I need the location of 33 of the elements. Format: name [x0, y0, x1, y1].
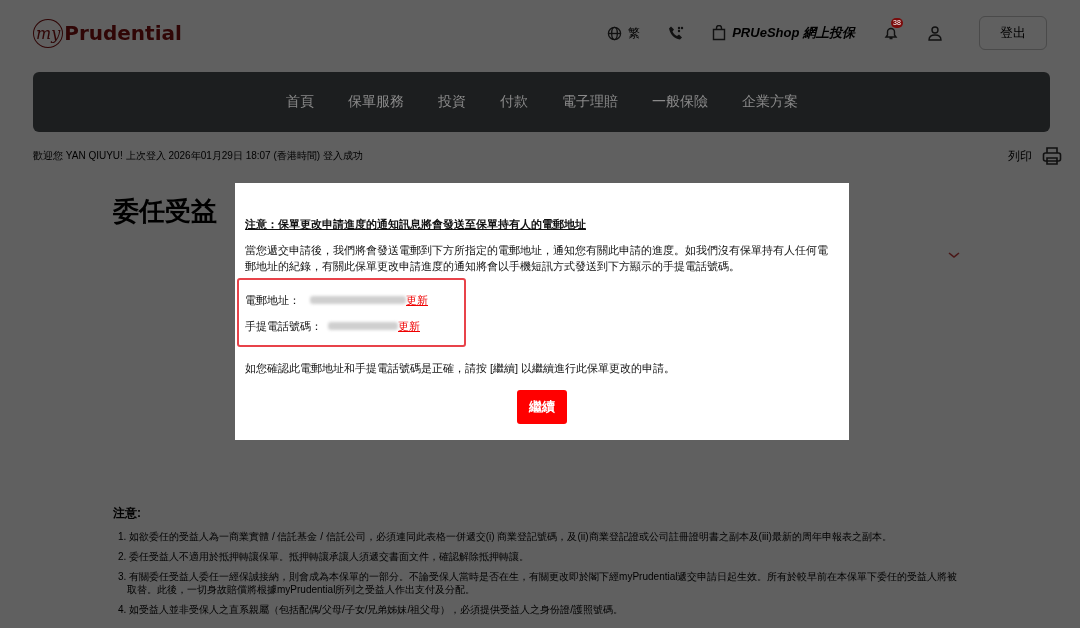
- dialog-heading: 注意：保單更改申請進度的通知訊息將會發送至保單持有人的電郵地址: [245, 217, 587, 232]
- nav-item[interactable]: 一般保險: [634, 93, 725, 111]
- nav-item[interactable]: 付款: [482, 93, 545, 111]
- confirm-message: 如您確認此電郵地址和手提電話號碼是正確，請按 [繼續] 以繼續進行此保單更改的申請。: [245, 361, 677, 376]
- nav-item[interactable]: 企業方案: [724, 93, 815, 111]
- notes-heading: 注意:: [113, 505, 142, 522]
- bell-icon[interactable]: [883, 25, 899, 41]
- nav-item[interactable]: 首頁: [268, 93, 331, 111]
- phone-icon[interactable]: [668, 25, 685, 41]
- language-link[interactable]: 繁: [628, 24, 641, 42]
- nav-item[interactable]: 保單服務: [330, 93, 421, 111]
- page-title: 委任受益: [113, 195, 217, 228]
- logout-button[interactable]: 登出: [979, 16, 1047, 50]
- logo[interactable]: my Prudential: [33, 18, 182, 48]
- update-link[interactable]: 更新: [406, 292, 428, 308]
- print-link[interactable]: 列印: [1008, 147, 1032, 165]
- dialog-message: 當您遞交申請後，我們將會發送電郵到下方所指定的電郵地址，通知您有關此申請的進度。如我們沒有保單持有人任何電郵地址的紀錄，有關此保單更改申請進度的通知將會以手機短訊方式發送到下方顯示的手提電話號碼。: [245, 243, 829, 274]
- shopping-bag-icon[interactable]: [712, 25, 727, 41]
- welcome-message: 歡迎您 YAN QIUYU! 上次登入 2026年01月29日 18:07 (香港時間) 登入成功: [33, 149, 363, 163]
- user-icon[interactable]: [927, 25, 943, 41]
- continue-button[interactable]: 繼續: [517, 390, 567, 424]
- contact-label: 電郵地址：: [245, 292, 300, 308]
- update-link[interactable]: 更新: [398, 318, 420, 334]
- nav-item[interactable]: 投資: [420, 93, 483, 111]
- redacted-value: [328, 322, 398, 330]
- note-item: 4. 如受益人並非受保人之直系親屬（包括配偶/父母/子女/兄弟姊妹/祖父母），必須提供受益人之身份證/護照號碼。: [118, 603, 624, 616]
- shop-link[interactable]: PRUeShop 網上投保: [732, 24, 855, 42]
- note-item: 2. 委任受益人不適用於抵押轉讓保單。抵押轉讓承讓人須遞交書面文件，確認解除抵押轉讓。: [118, 550, 531, 563]
- contact-label: 手提電話號碼：: [245, 318, 322, 334]
- nav-item[interactable]: 電子理賠: [544, 93, 635, 111]
- printer-icon[interactable]: [1042, 146, 1062, 166]
- globe-icon[interactable]: [607, 25, 623, 41]
- chevron-icon[interactable]: [948, 252, 960, 259]
